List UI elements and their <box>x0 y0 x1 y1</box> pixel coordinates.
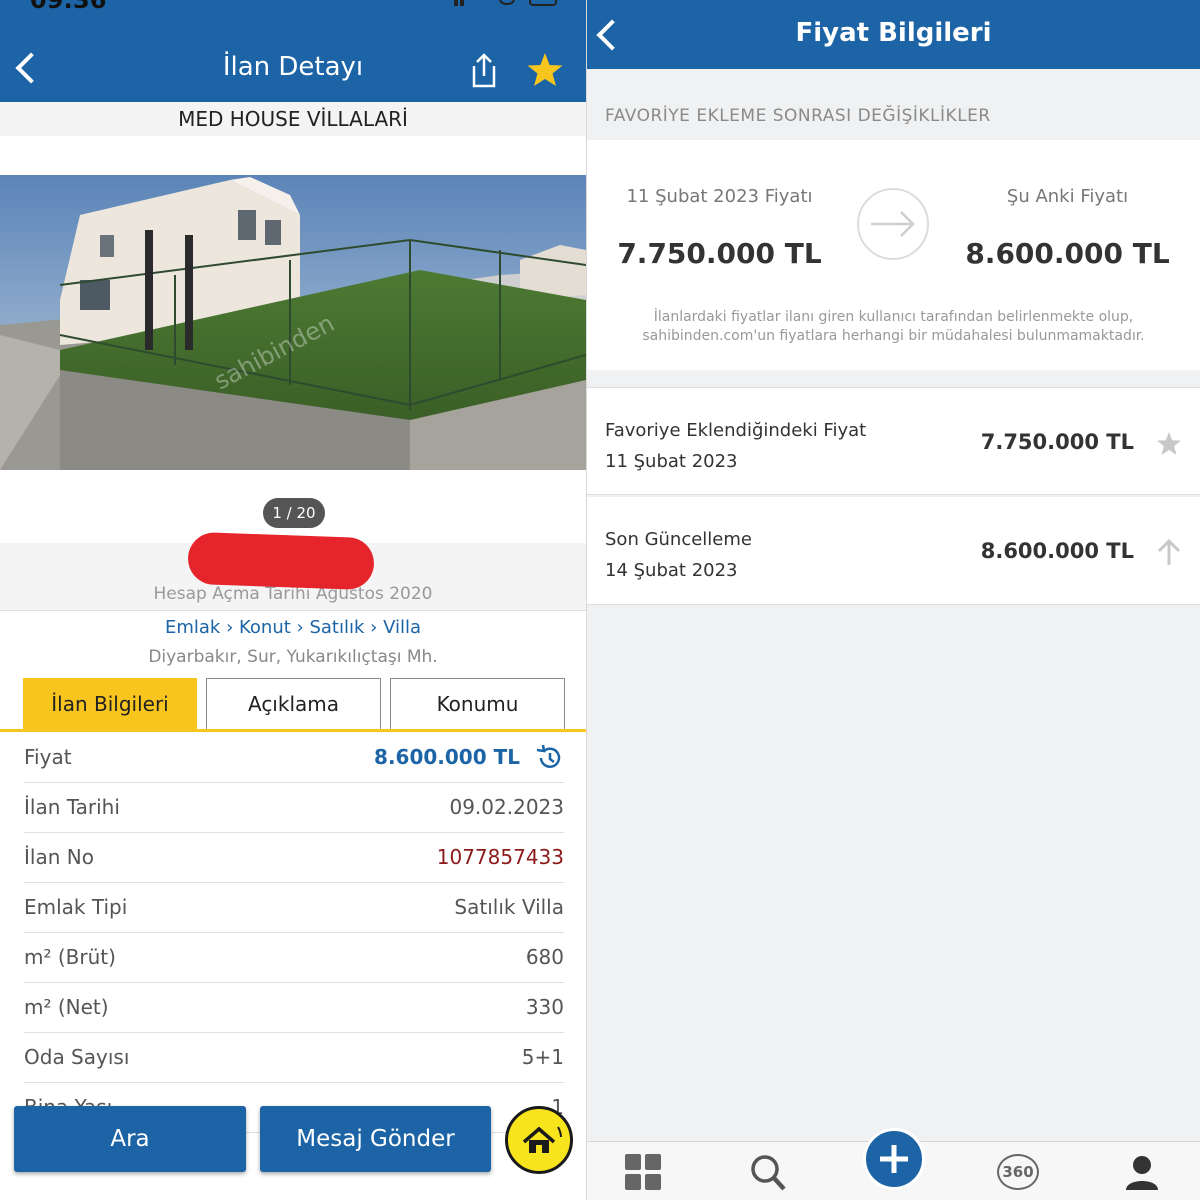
detail-label: İlan No <box>24 845 94 869</box>
title-bar: MED HOUSE VİLLALARİ <box>0 102 586 136</box>
disclaimer-line: İlanlardaki fiyatlar ilanı giren kullanı… <box>653 309 1134 325</box>
favorite-star-icon[interactable] <box>526 52 564 88</box>
360-icon[interactable]: 360 <box>997 1154 1039 1190</box>
arrow-up-icon <box>1157 538 1181 565</box>
price-comparison-card: 11 Şubat 2023 Fiyatı 7.750.000 TL Şu Ank… <box>587 140 1200 370</box>
price-history-icon[interactable] <box>534 743 564 773</box>
share-icon[interactable] <box>470 52 498 88</box>
send-message-button[interactable]: Mesaj Gönder <box>260 1106 491 1172</box>
screenshot-root: 09:36 İlan Detayı MED HOUSE VİLLALARİ sa… <box>0 0 1200 1200</box>
detail-row-price: Fiyat 8.600.000 TL <box>24 733 564 783</box>
listing-detail-screen: 09:36 İlan Detayı MED HOUSE VİLLALARİ sa… <box>0 0 586 1200</box>
breadcrumb-emlak[interactable]: Emlak <box>165 617 220 638</box>
breadcrumb-villa[interactable]: Villa <box>383 617 421 638</box>
history-row-last-update: Son Güncelleme 14 Şubat 2023 8.600.000 T… <box>587 497 1200 605</box>
history-price: 7.750.000 TL <box>980 430 1134 454</box>
listing-title: MED HOUSE VİLLALARİ <box>178 107 408 131</box>
price-header: Fiyat Bilgileri <box>587 0 1200 69</box>
history-row-favorited: Favoriye Eklendiğindeki Fiyat 11 Şubat 2… <box>587 387 1200 495</box>
listing-photo[interactable]: sahibinden <box>0 175 586 470</box>
detail-row-net-area: m² (Net) 330 <box>24 983 564 1033</box>
home-icon <box>522 1126 562 1153</box>
detail-value: 680 <box>525 945 564 969</box>
arrow-circle <box>857 188 929 260</box>
breadcrumb-konut[interactable]: Konut <box>239 617 291 638</box>
home-button[interactable] <box>505 1106 573 1174</box>
detail-label: m² (Brüt) <box>24 945 116 969</box>
star-icon <box>1157 432 1181 455</box>
detail-price-value: 8.600.000 TL <box>374 745 520 769</box>
search-icon[interactable] <box>750 1154 786 1192</box>
section-title: FAVORİYE EKLEME SONRASI DEĞİŞİKLİKLER <box>605 106 991 126</box>
breadcrumb-separator: › <box>296 617 304 638</box>
detail-value: Satılık Villa <box>454 895 564 919</box>
call-button[interactable]: Ara <box>14 1106 246 1172</box>
photo-counter: 1 / 20 <box>263 498 325 528</box>
detail-value: 09.02.2023 <box>449 795 564 819</box>
status-time: 09:36 <box>30 0 107 14</box>
price-disclaimer: İlanlardaki fiyatlar ilanı giren kullanı… <box>587 308 1200 346</box>
listing-header: 09:36 İlan Detayı <box>0 0 586 102</box>
tab-ilan-bilgileri[interactable]: İlan Bilgileri <box>23 678 197 730</box>
redaction-mark <box>187 531 375 591</box>
arrow-right-icon <box>871 211 915 237</box>
detail-row-rooms: Oda Sayısı 5+1 <box>24 1033 564 1083</box>
page-title: İlan Detayı <box>222 52 364 82</box>
tab-konumu[interactable]: Konumu <box>390 678 565 730</box>
breadcrumb-separator: › <box>370 617 378 638</box>
detail-row-type: Emlak Tipi Satılık Villa <box>24 883 564 933</box>
detail-label: Emlak Tipi <box>24 895 128 919</box>
tab-aciklama[interactable]: Açıklama <box>206 678 381 730</box>
current-price-label: Şu Anki Fiyatı <box>1006 186 1129 207</box>
detail-row-gross-area: m² (Brüt) 680 <box>24 933 564 983</box>
history-date: 14 Şubat 2023 <box>605 560 738 581</box>
listing-number: 1077857433 <box>436 845 564 869</box>
tab-underline <box>0 729 586 732</box>
seller-info: Hesap Açma Tarihi Ağustos 2020 <box>0 531 586 611</box>
detail-row-listing-no: İlan No 1077857433 <box>24 833 564 883</box>
detail-label: Fiyat <box>24 745 72 769</box>
current-price: 8.600.000 TL <box>965 237 1170 270</box>
breadcrumb-satilik[interactable]: Satılık <box>309 617 364 638</box>
old-price-label: 11 Şubat 2023 Fiyatı <box>626 186 813 207</box>
detail-label: m² (Net) <box>24 995 109 1019</box>
detail-label: Oda Sayısı <box>24 1045 130 1069</box>
profile-icon[interactable] <box>1124 1154 1160 1190</box>
grid-icon[interactable] <box>625 1154 661 1190</box>
history-label: Favoriye Eklendiğindeki Fiyat <box>605 420 867 441</box>
history-label: Son Güncelleme <box>605 529 752 550</box>
add-listing-button[interactable] <box>863 1128 925 1190</box>
detail-row-date: İlan Tarihi 09.02.2023 <box>24 783 564 833</box>
detail-value: 5+1 <box>521 1045 564 1069</box>
history-date: 11 Şubat 2023 <box>605 451 738 472</box>
breadcrumb: Emlak › Konut › Satılık › Villa <box>0 617 586 638</box>
disclaimer-line: sahibinden.com'un fiyatlara herhangi bir… <box>642 328 1145 344</box>
price-info-screen: Fiyat Bilgileri FAVORİYE EKLEME SONRASI … <box>587 0 1200 1200</box>
detail-value: 330 <box>525 995 564 1019</box>
add-icon <box>880 1145 908 1173</box>
breadcrumb-separator: › <box>226 617 234 638</box>
signal-wifi-battery-icon <box>454 0 557 6</box>
status-icons <box>450 0 560 12</box>
history-price: 8.600.000 TL <box>980 539 1134 563</box>
villa-photo-image: sahibinden <box>0 175 586 470</box>
old-price: 7.750.000 TL <box>617 237 822 270</box>
page-title: Fiyat Bilgileri <box>795 18 992 48</box>
detail-label: İlan Tarihi <box>24 795 120 819</box>
location-text: Diyarbakır, Sur, Yukarıkılıçtaşı Mh. <box>148 647 438 667</box>
